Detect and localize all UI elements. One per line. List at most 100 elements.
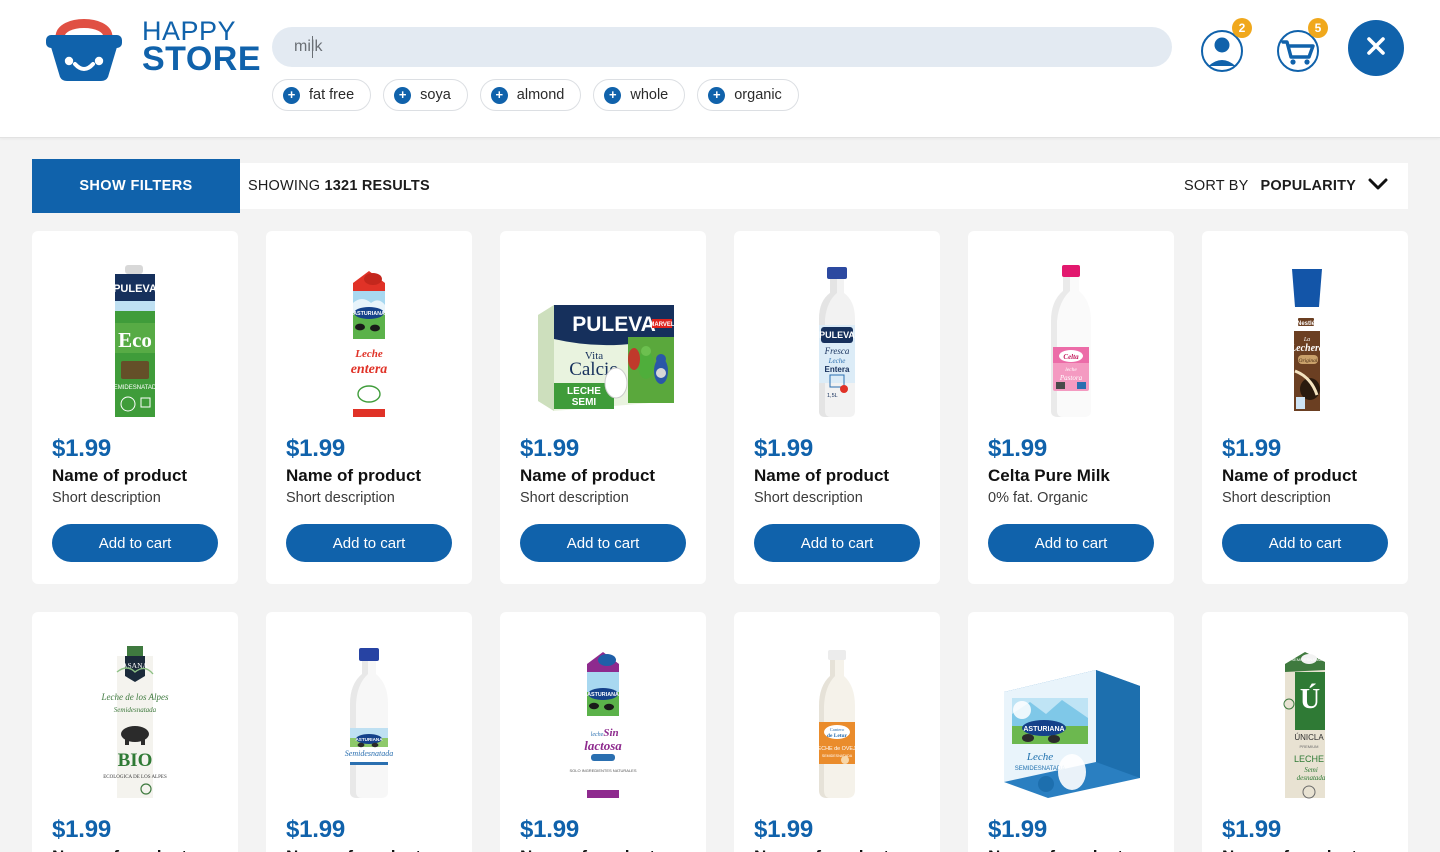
asturiana-sinlactosa-carton-icon: ASTURIANA leche Sin lactosa SOLO INGREDI… [563, 642, 643, 802]
svg-text:Fresca: Fresca [824, 346, 850, 356]
svg-text:Entera: Entera [825, 365, 850, 374]
product-price: $1.99 [52, 816, 112, 843]
account-button[interactable]: 2 [1196, 18, 1252, 75]
search-input[interactable] [272, 27, 1172, 67]
svg-text:Eco: Eco [118, 328, 152, 352]
product-price: $1.99 [754, 435, 814, 462]
svg-text:Leche: Leche [1026, 751, 1053, 763]
puleva-fresca-bottle-icon: PULEVA Fresca Leche Entera 1,5L [797, 261, 877, 421]
product-image: PULEVA Fresca Leche Entera 1,5L [754, 249, 920, 421]
product-card[interactable]: Nestlé La Lechera Original $1.99 Name of… [1202, 231, 1408, 584]
svg-text:Nestlé: Nestlé [1297, 321, 1316, 327]
add-to-cart-button[interactable]: Add to cart [286, 524, 452, 562]
add-to-cart-button[interactable]: Add to cart [52, 524, 218, 562]
svg-text:Pastora: Pastora [1059, 374, 1083, 382]
plus-icon: + [604, 86, 622, 104]
svg-text:leche: leche [1065, 367, 1077, 373]
svg-text:ASTURIANA: ASTURIANA [355, 737, 383, 742]
show-filters-button[interactable]: SHOW FILTERS [32, 159, 240, 213]
product-description: Short description [520, 490, 629, 506]
product-description: Short description [1222, 490, 1331, 506]
cart-button[interactable]: 5 [1272, 18, 1328, 75]
sort-prefix: SORT BY [1184, 178, 1249, 194]
product-name: Name of product [52, 847, 218, 852]
product-card[interactable]: ASTURIANA Semidesnatada $1.99 Name of pr… [266, 612, 472, 852]
svg-text:SOLO INGREDIENTES NATURALES: SOLO INGREDIENTES NATURALES [569, 768, 636, 773]
product-name: Name of product [286, 847, 452, 852]
svg-text:ASTURIANA: ASTURIANA [353, 311, 385, 317]
svg-text:Semi: Semi [1304, 766, 1318, 774]
product-image: Cantero de Letur LECHE de OVEJA SEMIDESN… [754, 630, 920, 802]
product-description: Short description [754, 490, 863, 506]
svg-text:Cantero: Cantero [830, 727, 845, 732]
product-card[interactable]: ASTURIANA leche Sin lactosa SOLO INGREDI… [500, 612, 706, 852]
search-area [272, 27, 1172, 67]
svg-text:PULEVA: PULEVA [113, 283, 157, 295]
product-price: $1.99 [286, 435, 346, 462]
svg-text:Semidesnatada: Semidesnatada [345, 749, 393, 758]
svg-text:de Letur: de Letur [827, 733, 848, 739]
product-image: ASTURIANA leche Sin lactosa SOLO INGREDI… [520, 630, 686, 802]
add-to-cart-button[interactable]: Add to cart [988, 524, 1154, 562]
product-price: $1.99 [520, 816, 580, 843]
svg-text:LECHE SEMIDESNATADA: LECHE SEMIDESNATADA [1277, 657, 1325, 662]
header-actions: 2 5 [1196, 18, 1404, 76]
results-count-label: SHOWING 1321 RESULTS [248, 178, 430, 194]
asturiana-blue-box-icon: ASTURIANA Leche SEMIDESNATADA [996, 662, 1146, 802]
filter-chip-almond[interactable]: + almond [479, 79, 582, 111]
product-image: Celta leche Pastora [988, 249, 1154, 421]
plus-icon: + [490, 86, 508, 104]
svg-text:Celta: Celta [1063, 353, 1079, 361]
product-description: Short description [52, 490, 161, 506]
svg-text:ÚNICLA: ÚNICLA [1294, 733, 1324, 742]
product-card[interactable]: PULEVA Eco SEMIDESNATADA $1.99 Name of p… [32, 231, 238, 584]
brand-logo[interactable]: HAPPY STORE [36, 11, 261, 83]
svg-text:ASTURIANA: ASTURIANA [587, 692, 619, 698]
product-card[interactable]: PULEVA LECHE SEMI Vita Calcio MARVEL $1.… [500, 231, 706, 584]
close-button[interactable] [1348, 20, 1404, 76]
puleva-calcio-box-icon: PULEVA LECHE SEMI Vita Calcio MARVEL [528, 291, 678, 421]
svg-text:1,5L: 1,5L [827, 393, 838, 399]
add-to-cart-button[interactable]: Add to cart [520, 524, 686, 562]
sort-value: POPULARITY [1260, 178, 1356, 194]
filter-chip-fat-free[interactable]: + fat free [272, 79, 372, 111]
product-card[interactable]: LECHE SEMIDESNATADA Ú ÚNICLA PREMIUM LEC… [1202, 612, 1408, 852]
unicla-green-carton-icon: LECHE SEMIDESNATADA Ú ÚNICLA PREMIUM LEC… [1265, 642, 1345, 802]
showing-prefix: SHOWING [248, 178, 321, 194]
chip-label: fat free [309, 87, 355, 103]
product-card[interactable]: Celta leche Pastora $1.99 Celta Pure Mil… [968, 231, 1174, 584]
product-name: Name of product [52, 466, 188, 485]
asana-bio-carton-icon: ASANA Leche de los Alpes Semidesnatada B… [95, 642, 175, 802]
chip-label: soya [420, 87, 451, 103]
product-image: LECHE SEMIDESNATADA Ú ÚNICLA PREMIUM LEC… [1222, 630, 1388, 802]
product-image: Nestlé La Lechera Original [1222, 249, 1388, 421]
product-card[interactable]: ASTURIANA Leche entera $1.99 Name of pro… [266, 231, 472, 584]
product-name: Name of product [520, 466, 656, 485]
svg-text:ASTURIANA: ASTURIANA [1023, 726, 1064, 733]
svg-text:SEMIDESNATADA: SEMIDESNATADA [1015, 766, 1065, 772]
svg-text:lactosa: lactosa [584, 738, 622, 753]
shopping-basket-smiley-icon [36, 11, 132, 83]
product-card[interactable]: PULEVA Fresca Leche Entera 1,5L $1.99 Na… [734, 231, 940, 584]
product-description: Short description [286, 490, 395, 506]
product-card[interactable]: Cantero de Letur LECHE de OVEJA SEMIDESN… [734, 612, 940, 852]
svg-text:LECHE: LECHE [567, 386, 601, 397]
product-grid: PULEVA Eco SEMIDESNATADA $1.99 Name of p… [32, 231, 1408, 852]
filter-chip-whole[interactable]: + whole [593, 79, 686, 111]
text-cursor [312, 36, 313, 58]
page-header: HAPPY STORE + fat free + soya + almond +… [0, 0, 1440, 138]
product-name: Name of product [754, 847, 920, 852]
filter-chip-soya[interactable]: + soya [383, 79, 468, 111]
product-price: $1.99 [1222, 435, 1282, 462]
brand-name-store: STORE [142, 39, 262, 78]
asturiana-entera-carton-icon: ASTURIANA Leche entera [329, 261, 409, 421]
chevron-down-icon [1368, 177, 1388, 195]
product-card[interactable]: ASANA Leche de los Alpes Semidesnatada B… [32, 612, 238, 852]
add-to-cart-button[interactable]: Add to cart [754, 524, 920, 562]
product-card[interactable]: ASTURIANA Leche SEMIDESNATADA $1.99 Name… [968, 612, 1174, 852]
sort-by-control[interactable]: SORT BY POPULARITY [1184, 177, 1388, 195]
product-name: Celta Pure Milk [988, 466, 1110, 485]
filter-chip-organic[interactable]: + organic [697, 79, 799, 111]
product-image: ASTURIANA Leche entera [286, 249, 452, 421]
add-to-cart-button[interactable]: Add to cart [1222, 524, 1388, 562]
